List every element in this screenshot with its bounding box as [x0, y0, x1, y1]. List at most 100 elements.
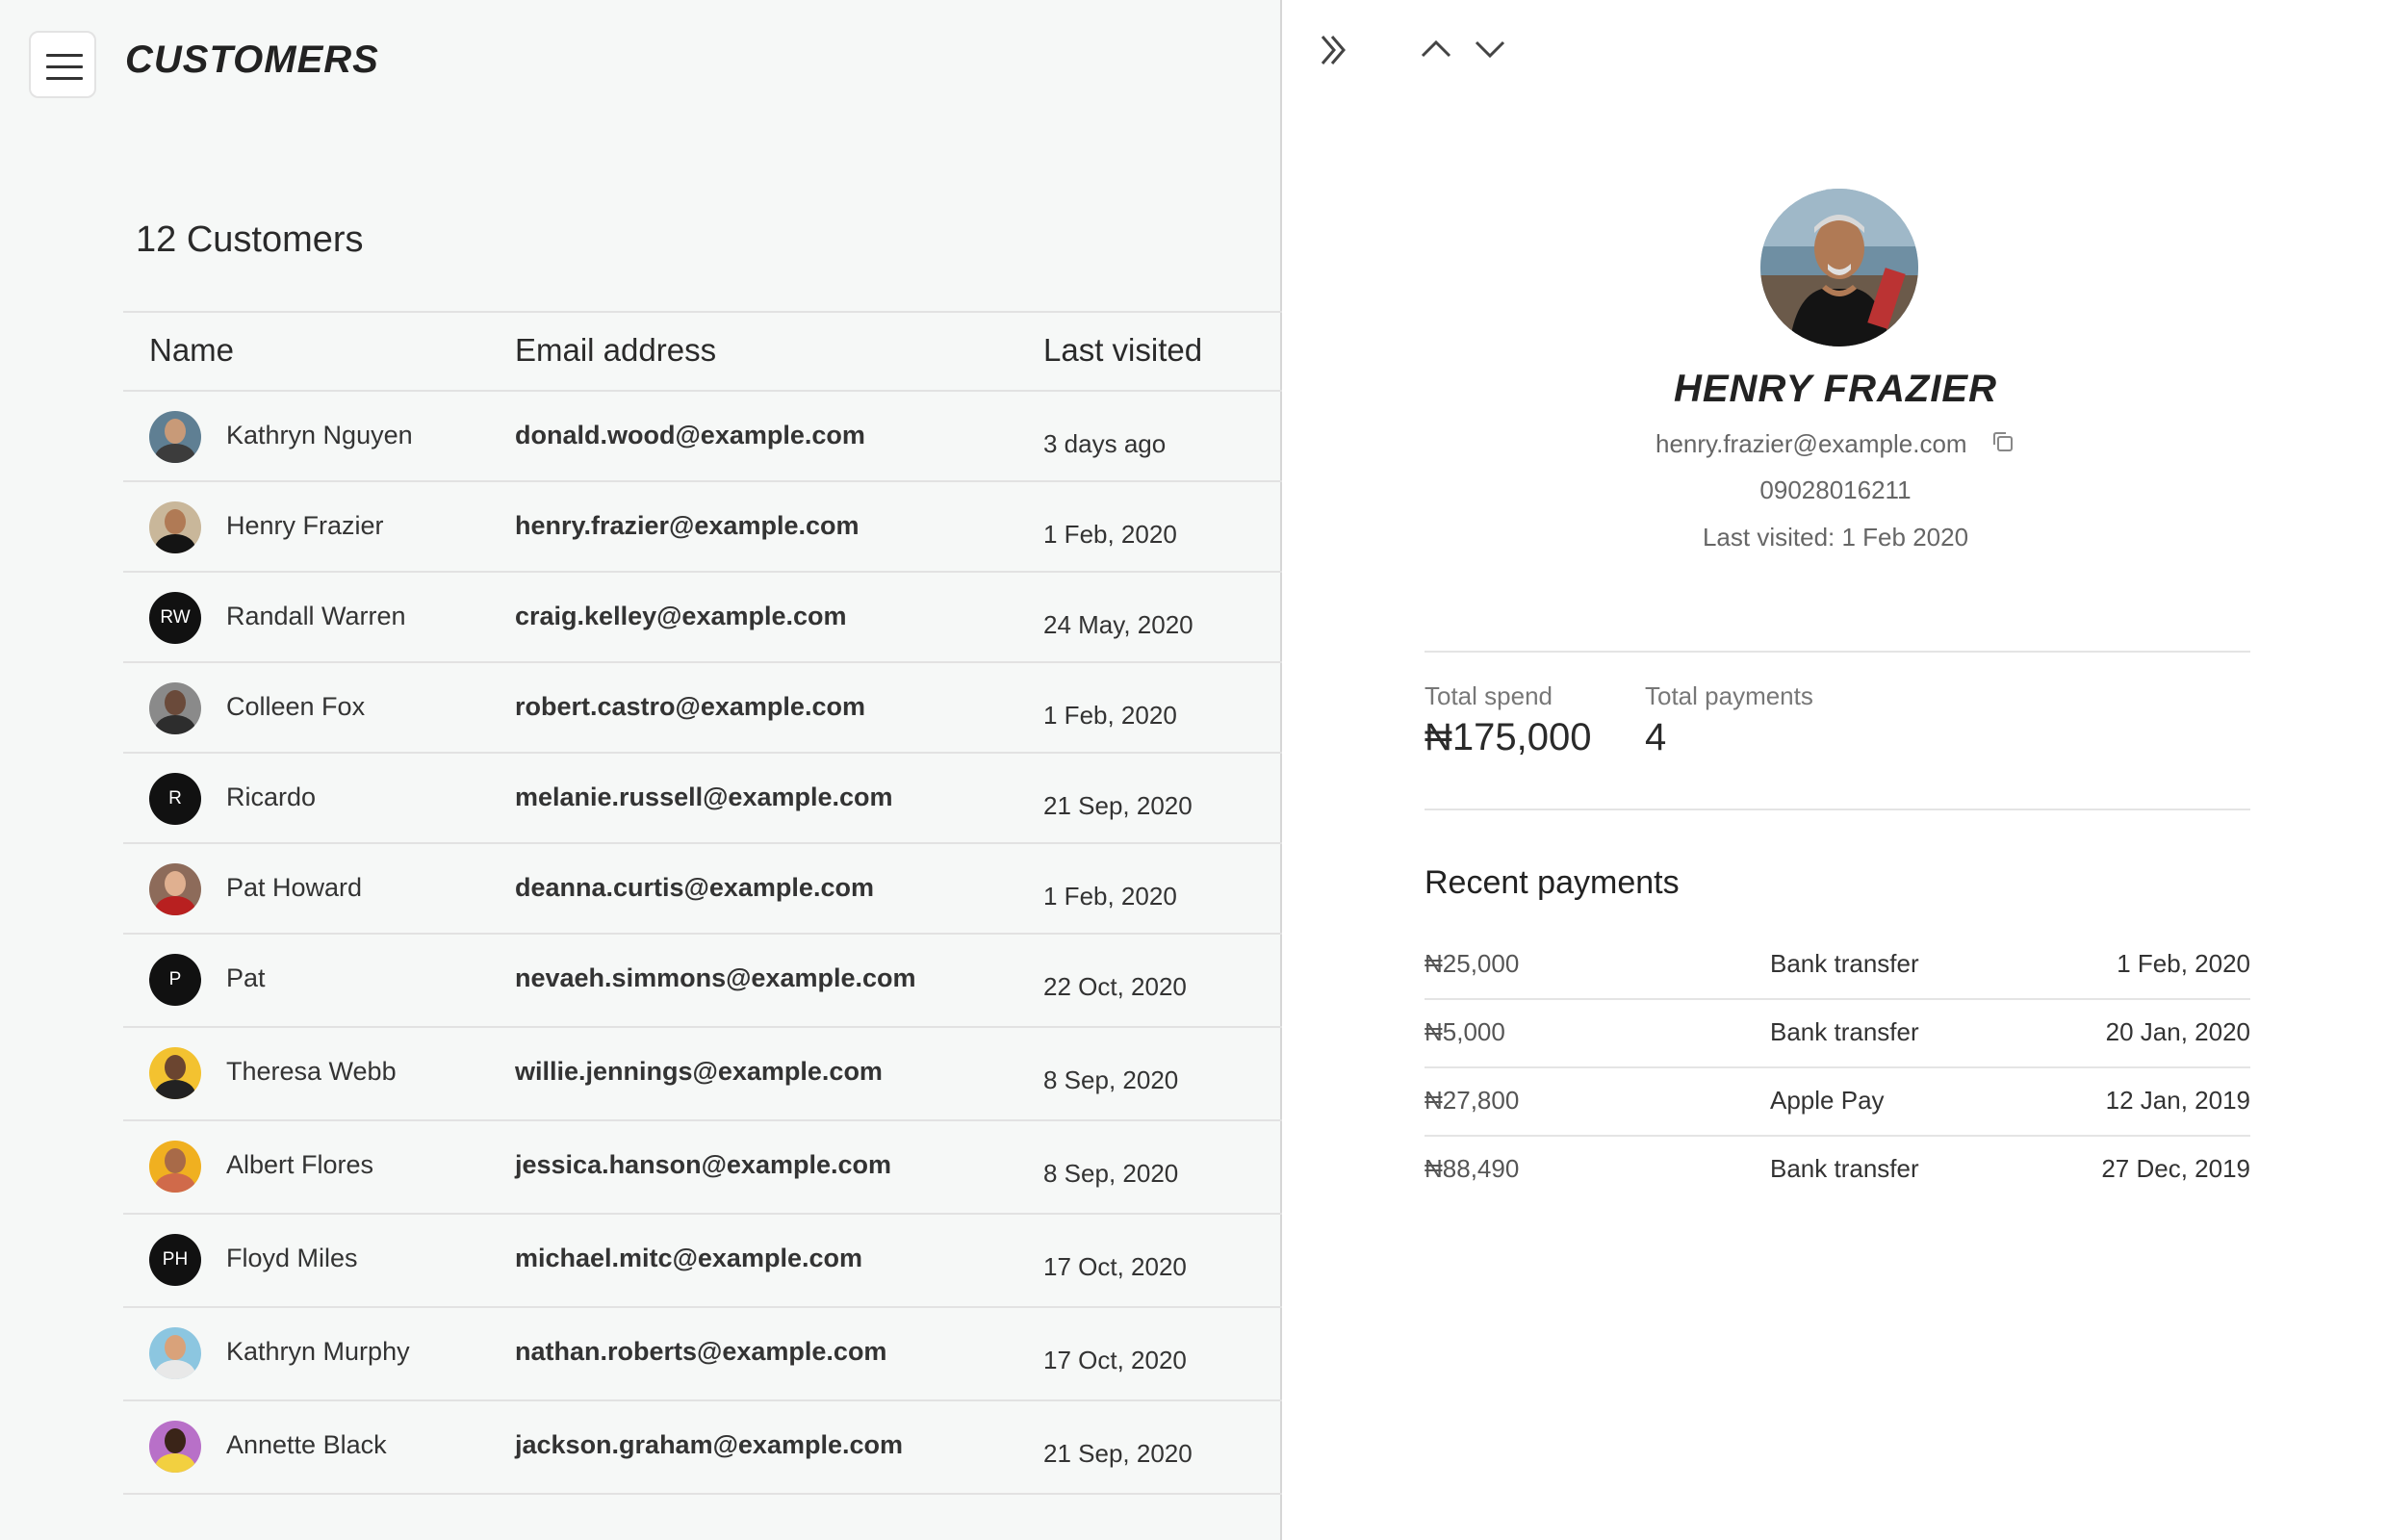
chevron-up-icon	[1421, 39, 1451, 58]
column-header-last-visited[interactable]: Last visited	[1043, 332, 1202, 369]
customer-email: nathan.roberts@example.com	[515, 1337, 887, 1366]
customer-email: jackson.graham@example.com	[515, 1430, 903, 1459]
customer-name: Henry Frazier	[226, 511, 384, 540]
chevron-down-icon	[1475, 40, 1505, 59]
customer-last-visited: 8 Sep, 2020	[1043, 1065, 1179, 1094]
menu-button[interactable]	[29, 31, 96, 98]
total-spend-value: ₦175,000	[1424, 716, 1592, 758]
customer-last-visited: 1 Feb, 2020	[1043, 701, 1177, 730]
customer-detail-panel: HENRY FRAZIER henry.frazier@example.com …	[1284, 0, 2387, 1540]
table-row[interactable]: Theresa Webb willie.jennings@example.com 8…	[123, 1028, 1282, 1121]
table-row[interactable]: P Pat nevaeh.simmons@example.com 22 Oct, 20…	[123, 935, 1282, 1028]
payment-row: ₦27,800 Apple Pay 12 Jan, 2019	[1424, 1068, 2250, 1137]
profile-email[interactable]: henry.frazier@example.com	[1656, 429, 1967, 459]
customer-name: Floyd Miles	[226, 1244, 358, 1272]
avatar	[149, 1421, 201, 1473]
table-row[interactable]: Kathryn Nguyen donald.wood@example.com 3 d…	[123, 392, 1282, 482]
avatar	[149, 1047, 201, 1099]
divider	[1424, 808, 2250, 810]
customer-last-visited: 21 Sep, 2020	[1043, 791, 1193, 820]
payment-method: Bank transfer	[1770, 1017, 1919, 1046]
payment-row: ₦88,490 Bank transfer 27 Dec, 2019	[1424, 1137, 2250, 1205]
customer-name: Kathryn Nguyen	[226, 421, 413, 449]
customer-email: jessica.hanson@example.com	[515, 1150, 891, 1179]
profile-last-visited: Last visited: 1 Feb 2020	[1702, 523, 1969, 552]
payment-date: 12 Jan, 2019	[2105, 1086, 2250, 1115]
customer-last-visited: 1 Feb, 2020	[1043, 520, 1177, 549]
table-row[interactable]: Pat Howard deanna.curtis@example.com 1 Feb…	[123, 844, 1282, 935]
previous-customer-button[interactable]	[1419, 37, 1453, 64]
customer-name: Colleen Fox	[226, 692, 366, 721]
customer-email: robert.castro@example.com	[515, 692, 865, 721]
table-row[interactable]: Kathryn Murphy nathan.roberts@example.com…	[123, 1308, 1282, 1401]
customer-email: willie.jennings@example.com	[515, 1057, 883, 1086]
table-body: Kathryn Nguyen donald.wood@example.com 3 d…	[123, 392, 1282, 1495]
avatar	[149, 1327, 201, 1379]
payment-amount: ₦27,800	[1424, 1086, 1520, 1115]
customer-last-visited: 3 days ago	[1043, 429, 1167, 458]
table-row[interactable]: Colleen Fox robert.castro@example.com 1 Fe…	[123, 663, 1282, 754]
table-row[interactable]: Henry Frazier henry.frazier@example.com 1 …	[123, 482, 1282, 573]
profile-email-row: henry.frazier@example.com	[1284, 429, 2387, 459]
column-header-email[interactable]: Email address	[515, 332, 716, 369]
customer-email: henry.frazier@example.com	[515, 511, 860, 540]
payment-amount: ₦25,000	[1424, 949, 1520, 978]
customer-email: michael.mitc@example.com	[515, 1244, 862, 1272]
collapse-panel-button[interactable]	[1319, 31, 1349, 74]
payment-amount: ₦88,490	[1424, 1154, 1520, 1183]
customer-last-visited: 17 Oct, 2020	[1043, 1346, 1187, 1374]
customer-email: nevaeh.simmons@example.com	[515, 963, 916, 992]
customer-email: melanie.russell@example.com	[515, 783, 893, 811]
profile-phone: 09028016211	[1759, 475, 1912, 504]
table-row[interactable]: R Ricardo melanie.russell@example.com 21 Se…	[123, 754, 1282, 844]
copy-icon[interactable]	[1990, 429, 2015, 459]
customer-name: Kathryn Murphy	[226, 1337, 410, 1366]
table-row[interactable]: Annette Black jackson.graham@example.com 2…	[123, 1401, 1282, 1495]
avatar: R	[149, 773, 201, 825]
payment-amount: ₦5,000	[1424, 1017, 1505, 1046]
table-row[interactable]: PH Floyd Miles michael.mitc@example.com 17 …	[123, 1215, 1282, 1308]
hamburger-menu-icon	[46, 54, 83, 89]
profile-name: HENRY FRAZIER	[1673, 368, 1997, 410]
customer-name: Randall Warren	[226, 602, 406, 630]
customer-last-visited: 24 May, 2020	[1043, 610, 1194, 639]
divider	[1424, 651, 2250, 653]
total-payments-value: 4	[1645, 716, 1667, 758]
customer-email: deanna.curtis@example.com	[515, 873, 874, 902]
page-title: CUSTOMERS	[125, 38, 379, 81]
payment-method: Bank transfer	[1770, 949, 1919, 978]
payment-row: ₦5,000 Bank transfer 20 Jan, 2020	[1424, 1000, 2250, 1068]
payment-method: Apple Pay	[1770, 1086, 1885, 1115]
recent-payments-title: Recent payments	[1424, 864, 1680, 901]
customer-name: Albert Flores	[226, 1150, 374, 1179]
payment-method: Bank transfer	[1770, 1154, 1919, 1183]
avatar	[149, 1141, 201, 1193]
table-row[interactable]: RW Randall Warren craig.kelley@example.com…	[123, 573, 1282, 663]
customer-list-panel: CUSTOMERS 12 Customers Name Email addres…	[0, 0, 1282, 1540]
customer-name: Annette Black	[226, 1430, 387, 1459]
payment-date: 27 Dec, 2019	[2101, 1154, 2250, 1183]
customer-name: Pat	[226, 963, 266, 992]
avatar	[149, 682, 201, 734]
table-header: Name Email address Last visited	[123, 313, 1282, 392]
payment-date: 20 Jan, 2020	[2105, 1017, 2250, 1046]
customer-table: Name Email address Last visited Kathryn …	[123, 311, 1282, 1495]
customer-name: Theresa Webb	[226, 1057, 397, 1086]
customer-count: 12 Customers	[136, 219, 364, 260]
avatar: RW	[149, 592, 201, 644]
avatar	[149, 501, 201, 553]
customer-name: Ricardo	[226, 783, 317, 811]
customer-last-visited: 21 Sep, 2020	[1043, 1439, 1193, 1468]
customer-email: craig.kelley@example.com	[515, 602, 847, 630]
payment-row: ₦25,000 Bank transfer 1 Feb, 2020	[1424, 932, 2250, 1000]
next-customer-button[interactable]	[1473, 38, 1507, 66]
table-row[interactable]: Albert Flores jessica.hanson@example.com 8…	[123, 1121, 1282, 1215]
customer-last-visited: 22 Oct, 2020	[1043, 972, 1187, 1001]
avatar: P	[149, 954, 201, 1006]
column-header-name[interactable]: Name	[149, 332, 234, 369]
customer-email: donald.wood@example.com	[515, 421, 865, 449]
collapse-panel-icon	[1321, 36, 1346, 64]
customer-last-visited: 8 Sep, 2020	[1043, 1159, 1179, 1188]
total-payments-label: Total payments	[1645, 681, 1813, 710]
avatar: PH	[149, 1234, 201, 1286]
